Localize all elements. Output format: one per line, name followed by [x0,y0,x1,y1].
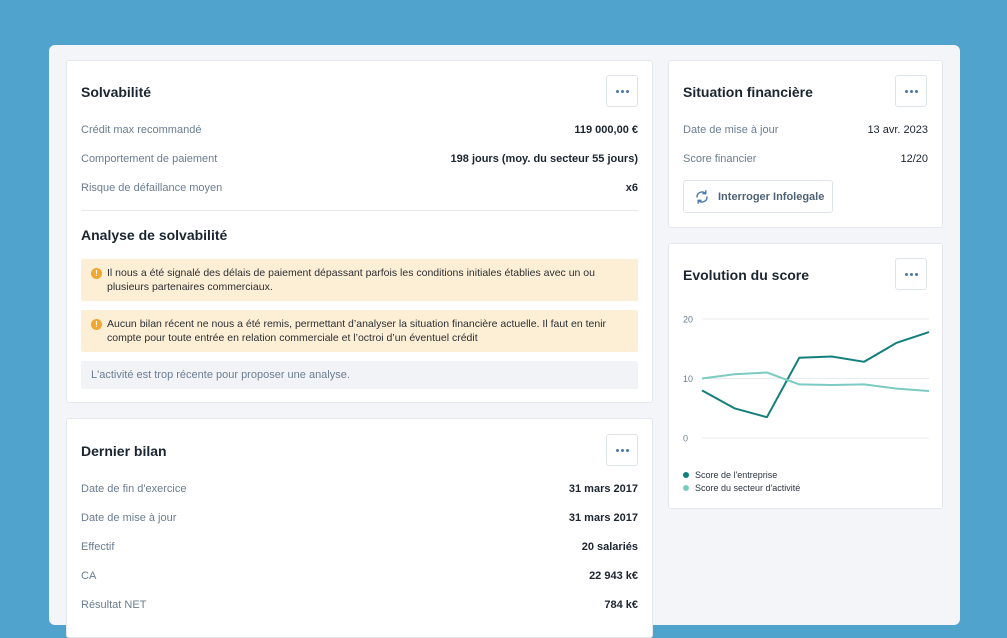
row-label: Crédit max recommandé [81,124,202,136]
y-tick-label: 0 [683,434,688,444]
dernier-bilan-more-button[interactable] [606,434,638,466]
situation-title: Situation financière [683,84,813,100]
legend-company: Score de l'entreprise [683,470,777,480]
bilan-row: Date de mise à jour 31 mars 2017 [81,510,638,526]
evolution-card: Evolution du score 0 10 20 Score de l'entr… [668,243,943,509]
row-label: CA [81,570,97,582]
row-label: Effectif [81,541,115,553]
row-label: Date de fin d'exercice [81,483,187,495]
y-tick-label: 10 [683,374,693,384]
y-tick-label: 20 [683,315,693,325]
row-value: 22 943 k€ [589,570,638,582]
warning-icon: ! [91,268,102,279]
row-value: 31 mars 2017 [568,483,638,495]
row-label: Score financier [683,153,757,165]
row-value: 784 k€ [604,599,638,611]
alert-text: Il nous a été signalé des délais de paie… [107,267,595,293]
situation-row: Score financier 12/20 [683,151,928,167]
legend-sector-label: Score du secteur d'activité [695,483,801,493]
row-value: 31 mars 2017 [568,512,638,524]
bilan-row: Résultat NET 784 k€ [81,597,638,613]
dernier-bilan-card: Dernier bilan Date de fin d'exercice 31 … [66,418,653,638]
bilan-row: Effectif 20 salariés [81,539,638,555]
analysis-note: L'activité est trop récente pour propose… [81,361,638,389]
legend-sector-swatch [683,485,689,491]
more-dots-icon [904,272,918,276]
row-value: 13 avr. 2023 [867,124,928,136]
solvabilite-row: Crédit max recommandé 119 000,00 € [81,122,638,138]
situation-card: Situation financière Date de mise à jour… [668,60,943,228]
row-value: 20 salariés [581,541,638,553]
row-value: 12/20 [900,153,928,165]
row-label: Comportement de paiement [81,153,218,165]
evolution-title: Evolution du score [683,267,810,283]
row-value: 119 000,00 € [574,124,638,136]
legend-sector: Score du secteur d'activité [683,483,800,493]
score-chart: 0 10 20 [683,315,930,444]
analysis-title: Analyse de solvabilité [81,227,228,243]
solvabilite-card: Solvabilité Crédit max recommandé 119 00… [66,60,653,403]
divider [81,210,638,211]
more-dots-icon [904,89,918,93]
situation-more-button[interactable] [895,75,927,107]
solvabilite-row: Risque de défaillance moyen x6 [81,180,638,196]
row-label: Date de mise à jour [81,512,177,524]
interroger-infolegale-button[interactable]: Interroger Infolegale [683,180,833,213]
warning-alert: ! Il nous a été signalé des délais de pa… [81,259,638,301]
interroger-infolegale-label: Interroger Infolegale [718,190,825,203]
solvabilite-more-button[interactable] [606,75,638,107]
more-dots-icon [615,89,629,93]
app-window: Solvabilité Crédit max recommandé 119 00… [49,45,960,638]
row-value: x6 [625,182,638,194]
row-label: Date de mise à jour [683,124,779,136]
situation-row: Date de mise à jour 13 avr. 2023 [683,122,928,138]
warning-alert: ! Aucun bilan récent ne nous a été remis… [81,310,638,352]
bilan-row: CA 22 943 k€ [81,568,638,584]
solvabilite-title: Solvabilité [81,84,152,100]
row-value: 198 jours (moy. du secteur 55 jours) [450,153,638,165]
warning-icon: ! [91,319,102,330]
alert-text: Aucun bilan récent ne nous a été remis, … [107,318,607,344]
legend-company-label: Score de l'entreprise [695,470,778,480]
refresh-icon [696,189,708,204]
row-label: Résultat NET [81,599,147,611]
series-line-sector [701,371,930,392]
row-label: Risque de défaillance moyen [81,182,223,194]
legend-company-swatch [683,472,689,478]
dernier-bilan-title: Dernier bilan [81,443,167,459]
solvabilite-row: Comportement de paiement 198 jours (moy.… [81,151,638,167]
more-dots-icon [615,448,629,452]
bilan-row: Date de fin d'exercice 31 mars 2017 [81,481,638,497]
evolution-more-button[interactable] [895,258,927,290]
